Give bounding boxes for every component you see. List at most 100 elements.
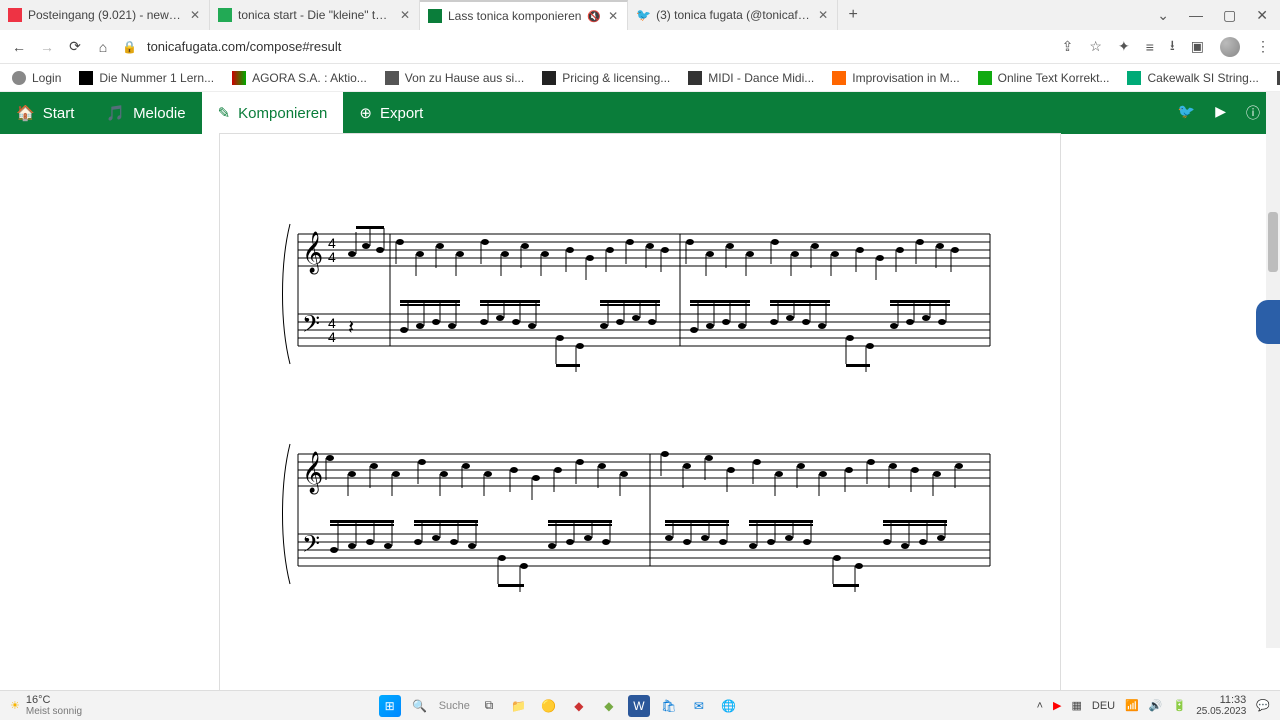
youtube-tray-icon[interactable]: ▶ xyxy=(1053,699,1061,712)
nav-melodie[interactable]: 🎵Melodie xyxy=(90,92,201,134)
tab-title: Lass tonica komponieren xyxy=(448,9,581,23)
twitter-icon[interactable]: 🐦 xyxy=(1178,103,1195,123)
info-icon[interactable]: ⓘ xyxy=(1246,103,1260,123)
store-icon[interactable]: 🛍 xyxy=(658,695,680,717)
app-navbar: 🏠Start 🎵Melodie ✎Komponieren ⊕Export 🐦 ▶… xyxy=(0,92,1280,134)
menu-icon[interactable]: ⋮ xyxy=(1256,38,1270,55)
home-icon: 🏠 xyxy=(16,104,35,122)
search-icon[interactable]: 🔍 xyxy=(409,695,431,717)
bookmark-icon xyxy=(232,71,246,85)
tray-time[interactable]: 11:33 xyxy=(1196,694,1246,706)
bookmark-icon xyxy=(688,71,702,85)
bookmark-item[interactable]: Cakewalk SI String... xyxy=(1127,71,1258,85)
browser-tab-3[interactable]: 🐦 (3) tonica fugata (@tonicafugata) ✕ xyxy=(628,0,838,30)
app-icon[interactable]: ◆ xyxy=(598,695,620,717)
volume-icon[interactable]: 🔊 xyxy=(1149,699,1163,712)
music-system-2: 𝄞 𝄢 xyxy=(280,414,1000,614)
browser-tab-1[interactable]: tonica start - Die "kleine" tonica ✕ xyxy=(210,0,420,30)
tray-lang[interactable]: DEU xyxy=(1092,700,1115,712)
tray-date[interactable]: 25.05.2023 xyxy=(1196,706,1246,717)
explorer-icon[interactable]: 📁 xyxy=(508,695,530,717)
battery-icon[interactable]: 🔋 xyxy=(1173,699,1187,712)
share-icon[interactable]: ⇪ xyxy=(1062,38,1074,55)
close-window-icon[interactable]: ✕ xyxy=(1256,7,1268,24)
browser-tab-0[interactable]: Posteingang (9.021) - newsrex24 ✕ xyxy=(0,0,210,30)
site-icon xyxy=(428,9,442,23)
notifications-icon[interactable]: 💬 xyxy=(1256,699,1270,712)
windows-taskbar: ☀ 16°C Meist sonnig ⊞ 🔍 Suche ⧉ 📁 🟡 ◆ ◆ … xyxy=(0,690,1280,720)
svg-text:4: 4 xyxy=(328,249,336,265)
bookmark-item[interactable]: MIDI - Dance Midi... xyxy=(688,71,814,85)
tab-title: Posteingang (9.021) - newsrex24 xyxy=(28,8,183,22)
mute-icon[interactable]: 🔇 xyxy=(587,10,601,23)
extensions-icon[interactable]: ✦ xyxy=(1118,38,1130,55)
home-button[interactable]: ⌂ xyxy=(94,39,112,55)
address-url[interactable]: tonicafugata.com/compose#result xyxy=(147,39,341,54)
side-handle[interactable] xyxy=(1256,300,1280,344)
weather-desc: Meist sonnig xyxy=(26,706,82,717)
nav-start[interactable]: 🏠Start xyxy=(0,92,90,134)
vertical-scrollbar[interactable] xyxy=(1266,92,1280,648)
app-icon[interactable]: ◆ xyxy=(568,695,590,717)
start-button[interactable]: ⊞ xyxy=(379,695,401,717)
minimize-icon[interactable]: — xyxy=(1189,7,1203,24)
wifi-icon[interactable]: 📶 xyxy=(1125,699,1139,712)
tray-chevron-icon[interactable]: ˄ xyxy=(1037,700,1043,712)
music-system-1: 𝄞 44 𝄢 44 𝄽 xyxy=(280,194,1000,394)
score-sheet: 𝄞 44 𝄢 44 𝄽 xyxy=(220,134,1060,690)
browser-tab-2[interactable]: Lass tonica komponieren 🔇 ✕ xyxy=(420,0,628,30)
bookmark-icon xyxy=(542,71,556,85)
chrome-icon[interactable]: 🟡 xyxy=(538,695,560,717)
tab-overview-icon[interactable]: ▣ xyxy=(1191,38,1204,55)
chevron-down-icon[interactable]: ⌄ xyxy=(1157,7,1169,24)
svg-text:𝄞: 𝄞 xyxy=(302,231,323,274)
bookmark-item[interactable]: Die Nummer 1 Lern... xyxy=(79,71,214,85)
svg-text:𝄞: 𝄞 xyxy=(302,451,323,494)
export-icon: ⊕ xyxy=(359,104,372,122)
browser-toolbar: ← → ⟳ ⌂ 🔒 tonicafugata.com/compose#resul… xyxy=(0,30,1280,64)
settings-icon[interactable]: ≡ xyxy=(1146,39,1154,55)
bookmark-icon xyxy=(832,71,846,85)
close-icon[interactable]: ✕ xyxy=(817,8,829,22)
bookmark-item[interactable]: Login xyxy=(12,71,61,85)
scrollbar-thumb[interactable] xyxy=(1268,212,1278,272)
word-icon[interactable]: W xyxy=(628,695,650,717)
tray-app-icon[interactable]: ▦ xyxy=(1071,699,1081,712)
bookmark-icon xyxy=(79,71,93,85)
bookmark-item[interactable]: AGORA S.A. : Aktio... xyxy=(232,71,367,85)
bookmark-item[interactable]: Online Text Korrekt... xyxy=(978,71,1110,85)
taskbar-search[interactable]: Suche xyxy=(439,700,470,712)
bookmark-item[interactable]: Improvisation in M... xyxy=(832,71,959,85)
lock-icon[interactable]: 🔒 xyxy=(122,40,137,54)
close-icon[interactable]: ✕ xyxy=(399,8,411,22)
twitter-icon: 🐦 xyxy=(636,8,650,22)
music-icon: 🎵 xyxy=(106,104,125,122)
pencil-icon: ✎ xyxy=(218,104,231,122)
close-icon[interactable]: ✕ xyxy=(607,9,619,23)
bookmark-item[interactable]: Von zu Hause aus si... xyxy=(385,71,524,85)
nav-export[interactable]: ⊕Export xyxy=(343,92,439,134)
svg-text:4: 4 xyxy=(328,329,336,345)
back-button[interactable]: ← xyxy=(10,39,28,55)
task-view-icon[interactable]: ⧉ xyxy=(478,695,500,717)
nav-komponieren[interactable]: ✎Komponieren xyxy=(202,92,344,134)
new-tab-button[interactable]: + xyxy=(838,6,868,24)
bookmark-icon xyxy=(12,71,26,85)
profile-avatar[interactable] xyxy=(1220,37,1240,57)
download-icon[interactable]: ⭳ xyxy=(1170,35,1175,59)
close-icon[interactable]: ✕ xyxy=(189,8,201,22)
youtube-icon[interactable]: ▶ xyxy=(1215,103,1226,123)
forward-button[interactable]: → xyxy=(38,39,56,55)
bookmark-item[interactable]: Pricing & licensing... xyxy=(542,71,670,85)
mail-icon[interactable]: ✉ xyxy=(688,695,710,717)
tab-title: (3) tonica fugata (@tonicafugata) xyxy=(656,8,811,22)
svg-text:𝄢: 𝄢 xyxy=(302,312,320,343)
tab-title: tonica start - Die "kleine" tonica xyxy=(238,8,393,22)
taskbar-weather[interactable]: ☀ 16°C Meist sonnig xyxy=(0,694,92,717)
browser-tabstrip: Posteingang (9.021) - newsrex24 ✕ tonica… xyxy=(0,0,1280,30)
star-icon[interactable]: ☆ xyxy=(1089,38,1102,55)
reload-button[interactable]: ⟳ xyxy=(66,38,84,55)
maximize-icon[interactable]: ▢ xyxy=(1223,7,1236,24)
svg-text:𝄽: 𝄽 xyxy=(348,317,354,339)
edge-icon[interactable]: 🌐 xyxy=(718,695,740,717)
